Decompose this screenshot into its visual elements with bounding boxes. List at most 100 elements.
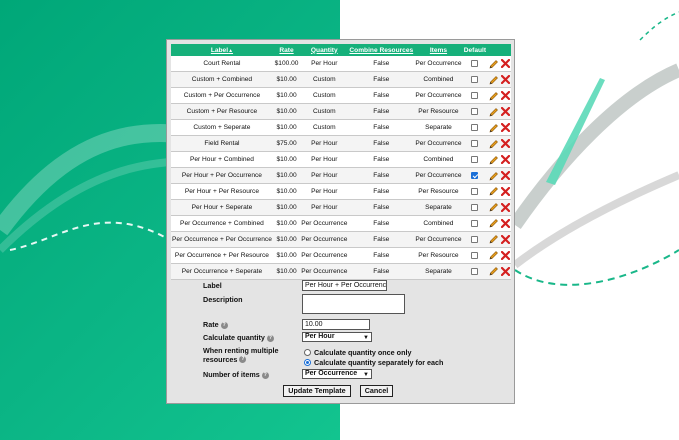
default-checkbox[interactable]: [471, 76, 479, 84]
cancel-button[interactable]: Cancel: [360, 385, 393, 397]
delete-x-icon[interactable]: [499, 234, 510, 244]
delete-x-icon[interactable]: [499, 123, 510, 133]
delete-x-icon[interactable]: [499, 171, 510, 181]
cell-rate: $10.00: [272, 71, 301, 89]
default-checkbox[interactable]: [471, 251, 479, 259]
delete-x-icon[interactable]: [499, 186, 510, 196]
cell-actions: [487, 215, 511, 232]
delete-x-icon[interactable]: [499, 155, 510, 165]
edit-pencil-icon[interactable]: [489, 267, 499, 276]
delete-x-icon[interactable]: [499, 250, 510, 260]
cell-rate: $10.00: [272, 231, 301, 248]
default-checkbox[interactable]: [471, 60, 479, 68]
calculate-quantity-selected: Per Hour: [305, 333, 335, 340]
default-checkbox[interactable]: [471, 267, 479, 275]
cell-actions: [487, 71, 511, 89]
column-header-combine-resources[interactable]: Combine Resources: [348, 44, 415, 56]
templates-table-body: Court Rental $100.00 Per Hour False Per Occu…: [171, 56, 511, 280]
default-checkbox[interactable]: [471, 203, 479, 211]
help-icon[interactable]: ?: [266, 334, 274, 342]
edit-pencil-icon[interactable]: [489, 219, 499, 228]
edit-pencil-icon[interactable]: [489, 123, 499, 133]
cell-quantity: Per Occurrence: [300, 215, 349, 232]
cell-items: Per Resource: [414, 183, 463, 200]
cell-items: Per Resource: [414, 103, 463, 121]
table-row: Per Occurrence + Per Occurrence $10.00 Per…: [171, 231, 511, 248]
edit-pencil-icon[interactable]: [489, 171, 499, 180]
cell-combine-resources: False: [348, 56, 415, 73]
delete-x-icon[interactable]: [499, 202, 510, 212]
edit-pencil-icon[interactable]: [489, 235, 499, 244]
cell-combine-resources: False: [348, 71, 415, 89]
delete-x-icon[interactable]: [499, 75, 510, 85]
number-of-items-select[interactable]: Per Occurrence ▼: [302, 369, 372, 379]
column-header-quantity[interactable]: Quantity: [300, 44, 349, 56]
edit-pencil-icon[interactable]: [489, 187, 499, 196]
edit-pencil-icon[interactable]: [489, 251, 499, 260]
cell-default: [462, 183, 488, 200]
radio-each-label: Calculate quantity separately for each: [314, 358, 444, 367]
cell-label: Custom + Per Occurrence: [171, 87, 273, 105]
table-row: Custom + Per Occurrence $10.00 Custom False…: [171, 87, 511, 105]
table-row: Per Occurrence + Combined $10.00 Per Occur…: [171, 215, 511, 232]
default-checkbox[interactable]: [471, 187, 479, 195]
cell-quantity: Per Hour: [300, 199, 349, 216]
radio-once-label: Calculate quantity once only: [314, 348, 412, 357]
multiple-resources-label: When renting multiple resources?: [203, 346, 278, 364]
help-icon[interactable]: ?: [220, 321, 228, 329]
column-header-items[interactable]: Items: [414, 44, 463, 56]
calculate-quantity-select[interactable]: Per Hour ▼: [302, 332, 372, 342]
default-checkbox[interactable]: [471, 171, 479, 179]
default-checkbox[interactable]: [471, 124, 479, 132]
radio-each-indicator[interactable]: [304, 359, 311, 366]
help-icon[interactable]: ?: [239, 356, 247, 364]
edit-pencil-icon[interactable]: [489, 107, 499, 117]
cell-default: [462, 119, 488, 137]
default-checkbox[interactable]: [471, 235, 479, 243]
cell-quantity: Per Hour: [300, 183, 349, 200]
cell-quantity: Per Occurrence: [300, 247, 349, 264]
table-row: Per Occurrence + Seperate $10.00 Per Occur…: [171, 263, 511, 280]
table-row: Court Rental $100.00 Per Hour False Per Occu…: [171, 56, 511, 73]
table-row: Per Hour + Seperate $10.00 Per Hour False Se…: [171, 199, 511, 216]
radio-calculate-each[interactable]: Calculate quantity separately for each: [304, 358, 443, 367]
cell-default: [462, 56, 488, 73]
edit-pencil-icon[interactable]: [489, 59, 499, 69]
radio-once-indicator[interactable]: [304, 349, 311, 356]
radio-calculate-once[interactable]: Calculate quantity once only: [304, 348, 411, 357]
delete-x-icon[interactable]: [499, 139, 510, 149]
column-header-rate[interactable]: Rate: [272, 44, 301, 56]
cell-label: Per Occurrence + Seperate: [171, 263, 273, 280]
cell-items: Per Occurrence: [414, 56, 463, 73]
delete-x-icon[interactable]: [499, 266, 510, 276]
cell-rate: $10.00: [272, 167, 301, 184]
default-checkbox[interactable]: [471, 219, 479, 227]
delete-x-icon[interactable]: [499, 91, 510, 101]
rate-input[interactable]: 10.00: [302, 319, 370, 330]
edit-pencil-icon[interactable]: [489, 139, 499, 149]
cell-items: Combined: [414, 215, 463, 232]
rate-label-text: Rate: [203, 320, 219, 329]
default-checkbox[interactable]: [471, 155, 479, 163]
default-checkbox[interactable]: [471, 108, 479, 116]
cell-label: Per Occurrence + Combined: [171, 215, 273, 232]
help-icon[interactable]: ?: [261, 371, 269, 379]
cell-combine-resources: False: [348, 231, 415, 248]
delete-x-icon[interactable]: [499, 59, 510, 69]
edit-pencil-icon[interactable]: [489, 155, 499, 165]
delete-x-icon[interactable]: [499, 218, 510, 228]
edit-pencil-icon[interactable]: [489, 203, 499, 212]
edit-pencil-icon[interactable]: [489, 75, 499, 85]
description-textarea[interactable]: [302, 294, 405, 314]
edit-pencil-icon[interactable]: [489, 91, 499, 101]
number-of-items-label: Number of items?: [203, 370, 269, 380]
default-checkbox[interactable]: [471, 92, 479, 100]
label-input[interactable]: Per Hour + Per Occurrence: [302, 280, 387, 291]
update-template-button[interactable]: Update Template: [283, 385, 351, 397]
cell-rate: $10.00: [272, 263, 301, 280]
delete-x-icon[interactable]: [499, 107, 510, 117]
default-checkbox[interactable]: [471, 140, 479, 148]
cell-items: Separate: [414, 263, 463, 280]
column-header-label[interactable]: Label▲: [171, 44, 273, 56]
cell-combine-resources: False: [348, 151, 415, 169]
